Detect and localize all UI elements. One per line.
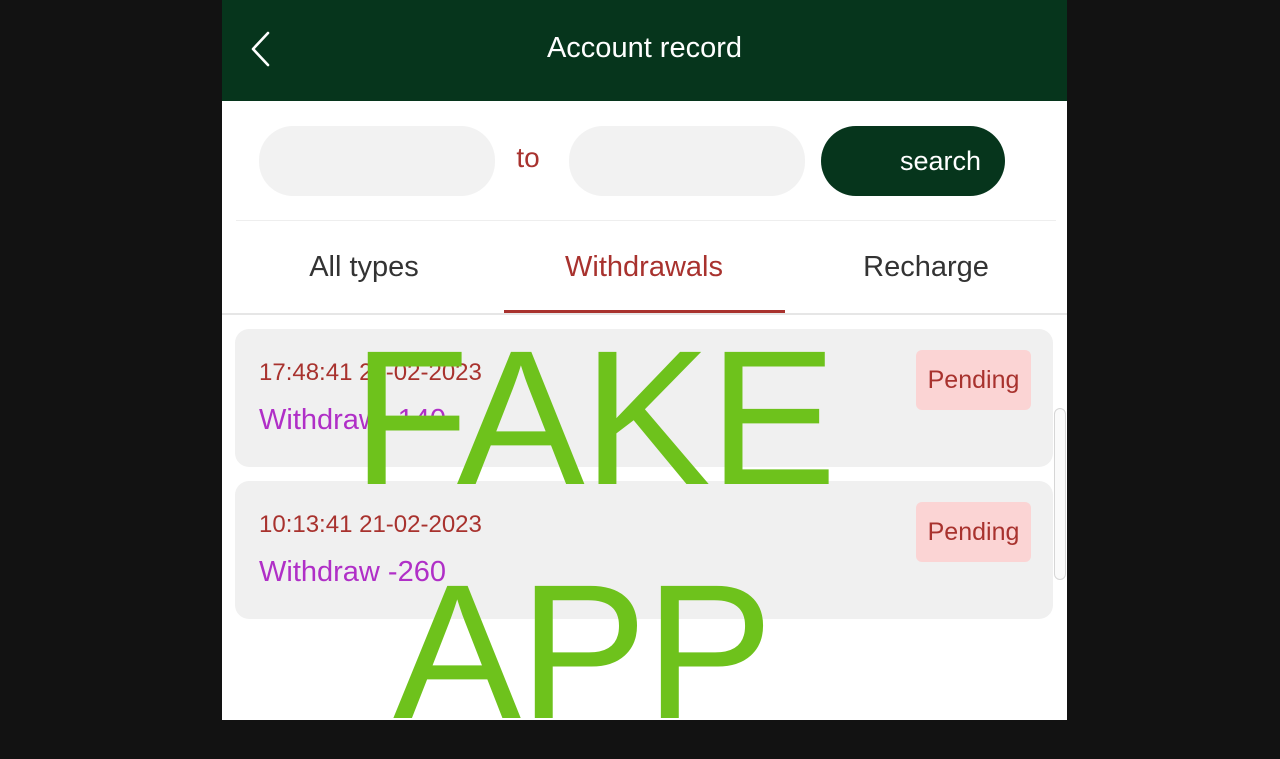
record-list: 17:48:41 22-02-2023 Withdraw -140 Pendin… (222, 0, 1067, 720)
app-screen: Account record to search All types Withd… (222, 0, 1067, 720)
record-time: 17:48:41 22-02-2023 (259, 359, 482, 386)
record-time: 10:13:41 21-02-2023 (259, 511, 482, 538)
record-amount: Withdraw -140 (259, 404, 446, 436)
scrollbar[interactable] (1054, 408, 1066, 580)
record-item[interactable]: 17:48:41 22-02-2023 Withdraw -140 Pendin… (235, 329, 1053, 467)
record-item[interactable]: 10:13:41 21-02-2023 Withdraw -260 Pendin… (235, 481, 1053, 619)
record-amount: Withdraw -260 (259, 556, 446, 588)
status-badge: Pending (916, 502, 1031, 562)
status-badge: Pending (916, 350, 1031, 410)
